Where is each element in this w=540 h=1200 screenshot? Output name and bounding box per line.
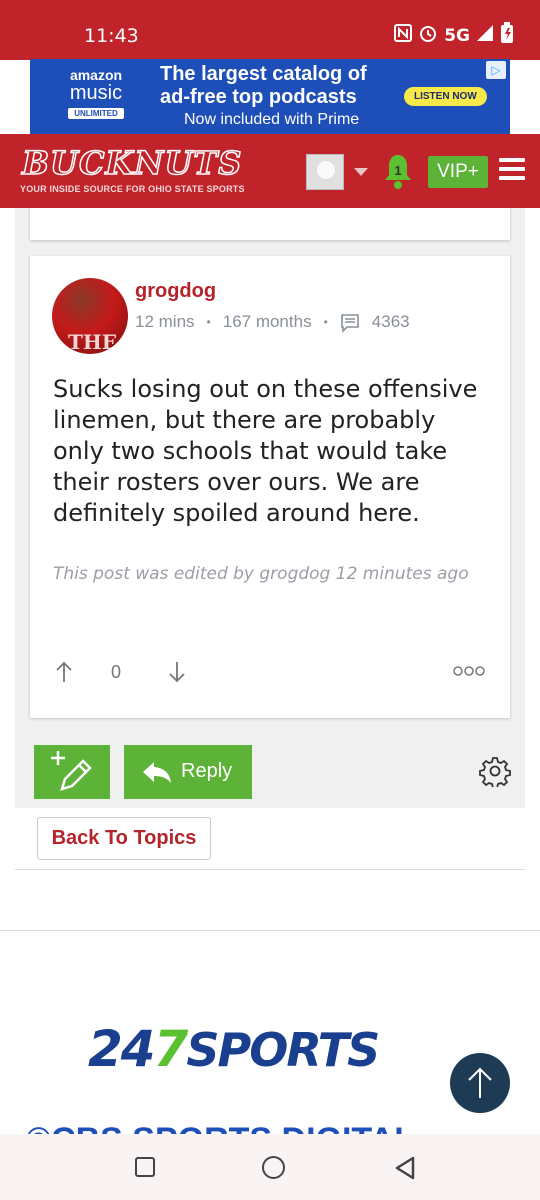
status-time: 11:43 [84,25,139,47]
separator-dot: • [323,315,328,329]
notification-bell-icon[interactable]: 1 [382,152,414,192]
adchoices-icon[interactable]: ▷ [486,61,506,79]
nfc-icon [394,24,413,47]
post-time: 12 mins [135,312,195,331]
back-icon[interactable] [393,1155,417,1186]
status-icons: 5G [394,22,514,49]
divider [0,930,540,931]
member-duration: 167 months [222,312,312,331]
comment-icon [340,313,360,333]
post-count: 4363 [371,312,410,331]
arrow-up-icon [468,1067,492,1098]
notification-count: 1 [394,163,401,178]
reply-button[interactable]: Reply [124,745,252,799]
network-type: 5G [444,25,470,46]
ad-headline-line2: ad-free top podcasts [160,86,357,108]
edit-note: This post was edited by grogdog 12 minut… [53,564,469,584]
status-bar: 11:43 5G [0,0,540,60]
alarm-icon [418,23,438,48]
ad-brand-badge: UNLIMITED [68,108,124,119]
logo-7: 7 [153,1020,189,1078]
system-nav-bar [0,1134,540,1200]
previous-post-card [30,208,510,240]
author-avatar[interactable]: THE [52,278,128,354]
post-body: Sucks losing out on these offensive line… [53,375,478,527]
scroll-to-top-button[interactable] [450,1053,510,1113]
ad-subtext: Now included with Prime [184,111,360,128]
logo-sports: SPORTS [186,1023,380,1077]
247sports-logo[interactable]: 247SPORTS [88,1020,380,1078]
ad-headline: The largest catalog of ad-free top podca… [160,63,367,109]
vip-button[interactable]: VIP+ [428,156,488,188]
reply-icon [143,762,171,783]
more-options-icon[interactable] [453,664,485,678]
separator-dot: • [206,315,211,329]
site-logo[interactable]: BUCKNUTS [21,143,242,183]
vote-count: 0 [111,662,122,682]
upvote-arrow-icon[interactable] [54,660,74,684]
hamburger-menu-icon[interactable] [499,158,525,184]
compose-icon [51,751,92,791]
compose-button[interactable] [34,745,110,799]
post-meta: 12 mins • 167 months • 4363 [135,312,410,333]
recents-icon[interactable] [135,1157,155,1177]
reply-label: Reply [181,760,233,782]
post-card: THE grogdog 12 mins • 167 months • 4363 … [30,256,510,718]
ad-brand-line2: music [69,82,123,104]
avatar-text: THE [68,330,118,354]
thread-content: THE grogdog 12 mins • 167 months • 4363 … [15,208,525,808]
chevron-down-icon[interactable] [354,168,368,176]
thread-action-bar: Reply [15,735,525,807]
user-avatar[interactable] [306,154,344,190]
author-name[interactable]: grogdog [135,280,216,303]
logo-24: 24 [88,1020,156,1078]
back-to-topics-button[interactable]: Back To Topics [37,817,211,860]
site-header: BUCKNUTS YOUR INSIDE SOURCE FOR OHIO STA… [0,134,540,208]
site-tagline: YOUR INSIDE SOURCE FOR OHIO STATE SPORTS [20,184,245,194]
ad-banner[interactable]: amazon music UNLIMITED The largest catal… [30,59,510,135]
gear-icon[interactable] [479,755,511,789]
ad-headline-line1: The largest catalog of [160,63,367,85]
home-icon[interactable] [262,1156,285,1179]
battery-icon [500,22,514,49]
ad-brand-logo: amazon music UNLIMITED [42,67,150,121]
ad-brand-line1: amazon [69,67,123,83]
downvote-arrow-icon[interactable] [167,660,187,684]
divider [15,869,525,870]
ad-listen-button[interactable]: LISTEN NOW [404,87,487,106]
signal-icon [476,24,494,47]
